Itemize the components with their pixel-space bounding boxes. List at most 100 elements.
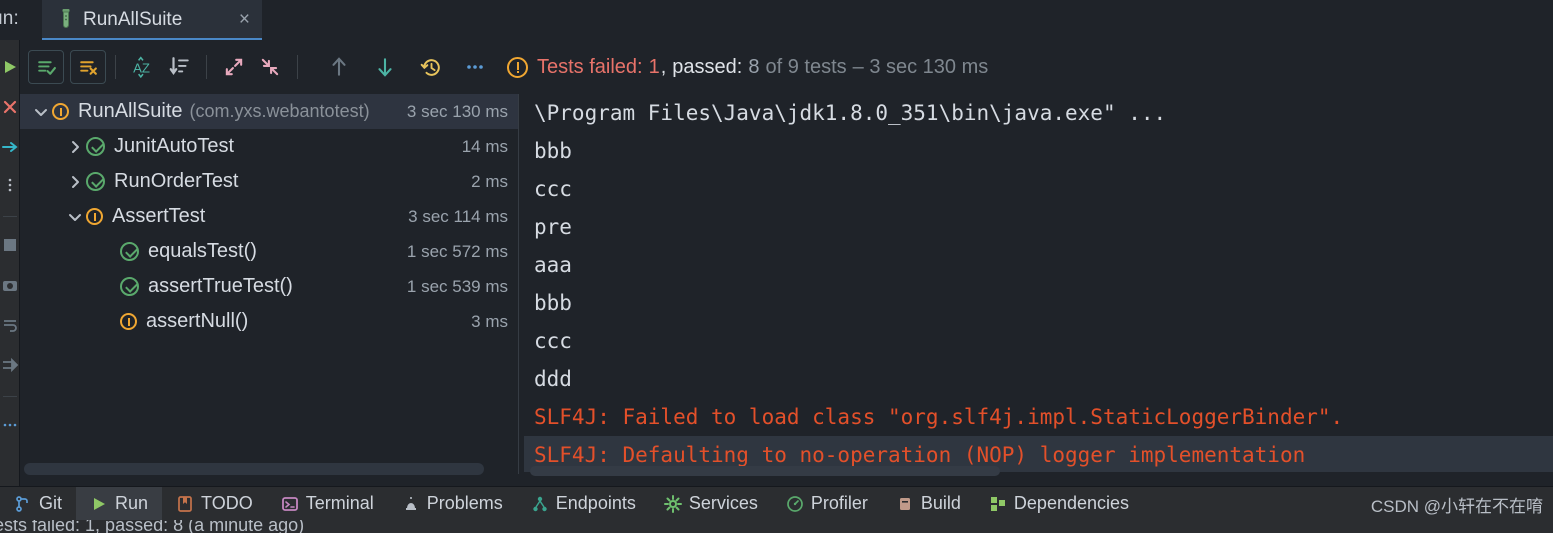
chevron-right-icon[interactable] — [64, 174, 86, 190]
tree-node-name: assertTrueTest() — [148, 275, 293, 297]
tool-window-button-label: Services — [688, 493, 758, 513]
tool-window-button-build[interactable]: Build — [882, 487, 975, 521]
tree-row-asserttest[interactable]: AssertTest 3 sec 114 ms — [20, 199, 518, 234]
tool-window-button-todo[interactable]: TODO — [162, 487, 267, 521]
tool-window-button-label: Problems — [426, 493, 503, 513]
tool-window-button-label: Run — [115, 493, 149, 513]
tool-window-button-profiler[interactable]: Profiler — [772, 487, 882, 521]
tree-node-name: AssertTest — [112, 205, 206, 227]
watermark-text: CSDN @小轩在不在唷 — [1370, 497, 1543, 516]
tree-row-equalstest[interactable]: equalsTest() 1 sec 572 ms — [20, 234, 518, 269]
test-tube-icon — [58, 8, 74, 32]
console-line: ccc — [534, 329, 572, 353]
gear-icon — [663, 494, 682, 513]
tree-node-duration: 2 ms — [471, 171, 508, 191]
tree-node-name: assertNull() — [146, 310, 249, 332]
test-results-tree[interactable]: RunAllSuite (com.yxs.webantotest) 3 sec 13… — [20, 94, 518, 460]
svg-text:Z: Z — [142, 61, 150, 76]
build-hammer-icon — [896, 495, 914, 513]
tool-window-button-dependencies[interactable]: Dependencies — [975, 487, 1143, 521]
collapse-all-button[interactable] — [252, 50, 288, 84]
rail-divider-2 — [3, 396, 17, 397]
close-icon[interactable]: × — [239, 9, 250, 31]
tool-window-button-run[interactable]: Run — [76, 486, 163, 521]
run-panel-label: un: — [0, 8, 20, 29]
tree-row-assertnull[interactable]: assertNull() 3 ms — [20, 304, 518, 339]
console-line: bbb — [534, 139, 572, 163]
tree-node-duration: 1 sec 539 ms — [406, 276, 508, 296]
tool-window-button-label: Dependencies — [1013, 493, 1130, 513]
status-bar-text: ests failed: 1, passed: 8 (a minute ago) — [0, 520, 305, 533]
tool-window-bar: Git Run TODO Terminal Problems Endpoints Servi… — [0, 486, 1553, 521]
console-panel-icon[interactable] — [1, 236, 19, 254]
tree-row-asserttruetest[interactable]: assertTrueTest() 1 sec 539 ms — [20, 269, 518, 304]
console-horizontal-scrollbar[interactable] — [530, 466, 1000, 476]
previous-failed-test-button[interactable] — [321, 50, 357, 84]
status-comma: , — [660, 55, 667, 78]
next-failed-test-button[interactable] — [367, 50, 403, 84]
console-output[interactable]: \Program Files\Java\jdk1.8.0_351\bin\jav… — [524, 94, 1553, 472]
tree-row-runordertest[interactable]: RunOrderTest 2 ms — [20, 164, 518, 199]
panel-splitter[interactable] — [518, 94, 519, 474]
dependencies-blocks-icon — [989, 495, 1007, 513]
profiler-gauge-icon — [786, 495, 804, 513]
soft-wrap-icon[interactable] — [1, 316, 19, 334]
expand-all-button[interactable] — [216, 50, 252, 84]
tool-window-button-git[interactable]: Git — [0, 487, 76, 521]
more-options-button[interactable] — [457, 50, 493, 84]
rail-more-icon[interactable] — [1, 416, 19, 434]
tree-row-runallsuite[interactable]: RunAllSuite (com.yxs.webantotest) 3 sec 13… — [20, 94, 518, 129]
tests-total-label: of 9 tests — [765, 55, 847, 78]
toolbar-divider-3 — [297, 55, 298, 79]
git-branch-icon — [14, 495, 32, 513]
test-history-button[interactable] — [413, 50, 449, 84]
tree-node-package: (com.yxs.webantotest) — [189, 101, 370, 121]
tool-window-button-label: Build — [920, 493, 961, 513]
tool-window-button-terminal[interactable]: Terminal — [267, 487, 388, 521]
warning-circle-icon — [507, 56, 528, 78]
tests-passed-count: 8 — [748, 55, 760, 78]
tool-window-button-label: Profiler — [810, 493, 868, 513]
stop-x-icon[interactable] — [1, 98, 19, 116]
test-failed-icon — [120, 313, 137, 330]
tab-runallsuite[interactable]: RunAllSuite × — [42, 0, 262, 40]
sort-by-duration-button[interactable] — [161, 50, 197, 84]
tool-window-button-label: TODO — [201, 493, 253, 513]
tool-window-button-endpoints[interactable]: Endpoints — [517, 487, 650, 521]
tree-horizontal-scrollbar[interactable] — [24, 463, 484, 475]
screenshot-camera-icon[interactable] — [1, 276, 19, 294]
rerun-play-icon[interactable] — [1, 58, 19, 76]
tests-duration-label: – 3 sec 130 ms — [852, 55, 989, 78]
chevron-down-icon[interactable] — [64, 209, 86, 225]
test-failed-icon — [52, 103, 69, 120]
hide-passed-toggle[interactable] — [70, 50, 106, 84]
run-side-rail — [0, 40, 20, 486]
tool-window-button-label: Terminal — [305, 493, 374, 513]
scroll-to-end-icon[interactable] — [1, 356, 19, 374]
tab-title: RunAllSuite — [83, 9, 183, 30]
sort-alphabetically-button[interactable]: A Z — [125, 50, 161, 84]
resume-arrow-icon[interactable] — [1, 138, 19, 156]
breakpoints-icon[interactable] — [1, 176, 19, 194]
svg-text:A: A — [133, 61, 142, 76]
chevron-right-icon[interactable] — [64, 139, 86, 155]
test-runner-toolbar: A Z Tests failed: 1 , passed: 8 of 9 tes… — [20, 40, 1553, 94]
tree-node-duration: 14 ms — [461, 136, 508, 156]
console-line: aaa — [534, 253, 572, 277]
test-failed-icon — [86, 208, 103, 225]
tests-failed-count: 1 — [648, 55, 660, 78]
rail-divider — [3, 216, 17, 217]
tree-node-name: RunAllSuite — [78, 100, 183, 122]
chevron-down-icon[interactable] — [30, 104, 52, 120]
tool-window-button-services[interactable]: Services — [650, 487, 772, 521]
show-passed-toggle[interactable] — [28, 50, 64, 84]
console-line: pre — [534, 215, 572, 239]
tree-row-junitautotest[interactable]: JunitAutoTest 14 ms — [20, 129, 518, 164]
test-status-summary: Tests failed: 1 , passed: 8 of 9 tests –… — [507, 56, 988, 79]
console-line: \Program Files\Java\jdk1.8.0_351\bin\jav… — [534, 101, 1167, 125]
ide-status-bar: ests failed: 1, passed: 8 (a minute ago) — [0, 520, 1553, 533]
tree-node-name: JunitAutoTest — [114, 135, 235, 157]
tool-window-button-problems[interactable]: Problems — [388, 487, 517, 521]
tool-window-button-label: Endpoints — [555, 493, 636, 513]
alarm-lamp-icon — [402, 495, 420, 513]
